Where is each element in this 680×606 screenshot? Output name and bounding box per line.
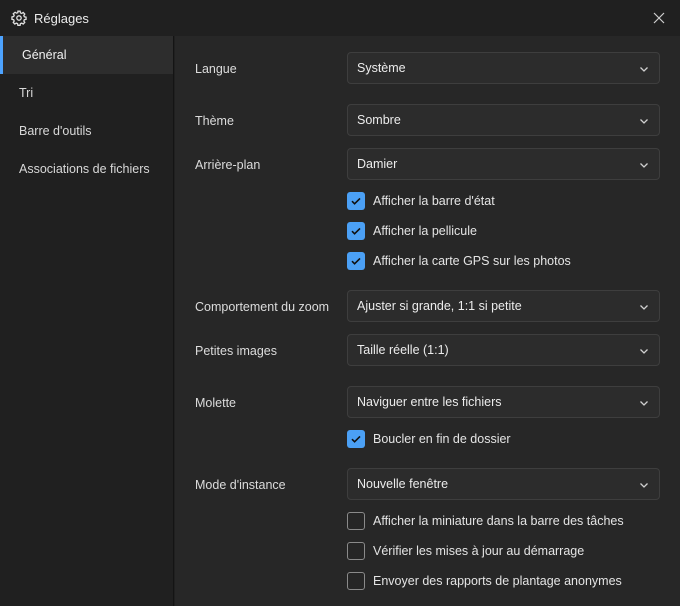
checkbox-label: Vérifier les mises à jour au démarrage [373, 544, 585, 558]
show-gps-map-checkbox[interactable]: Afficher la carte GPS sur les photos [347, 251, 571, 271]
instance-mode-select[interactable]: Nouvelle fenêtre [347, 468, 660, 500]
zoom-behavior-value: Ajuster si grande, 1:1 si petite [357, 299, 522, 313]
general-settings-panel: Langue Système Thème Sombre Arrière-plan… [175, 36, 680, 606]
instance-mode-label: Mode d'instance [195, 478, 286, 492]
sidebar-item-label: Général [22, 48, 67, 62]
mouse-wheel-select[interactable]: Naviguer entre les fichiers [347, 386, 660, 418]
small-images-value: Taille réelle (1:1) [357, 343, 449, 357]
zoom-behavior-label: Comportement du zoom [195, 300, 330, 314]
sidebar-item-file-associations[interactable]: Associations de fichiers [0, 150, 173, 188]
background-label: Arrière-plan [195, 158, 261, 172]
checkbox-unchecked-icon [347, 572, 365, 590]
sidebar: Général Tri Barre d'outils Associations … [0, 36, 174, 606]
checkbox-label: Envoyer des rapports de plantage anonyme… [373, 574, 622, 588]
checkbox-label: Afficher la pellicule [373, 224, 477, 238]
sidebar-item-label: Associations de fichiers [19, 162, 150, 176]
show-statusbar-checkbox[interactable]: Afficher la barre d'état [347, 191, 495, 211]
window-title: Réglages [34, 11, 89, 26]
small-images-label: Petites images [195, 344, 277, 358]
language-select[interactable]: Système [347, 52, 660, 84]
theme-select-value: Sombre [357, 113, 401, 127]
sidebar-item-general[interactable]: Général [0, 36, 173, 74]
checkbox-label: Afficher la miniature dans la barre des … [373, 514, 624, 528]
sidebar-item-toolbar[interactable]: Barre d'outils [0, 112, 173, 150]
close-icon [653, 12, 665, 24]
checkbox-label: Afficher la carte GPS sur les photos [373, 254, 571, 268]
sidebar-item-label: Barre d'outils [19, 124, 92, 138]
theme-select[interactable]: Sombre [347, 104, 660, 136]
chevron-down-icon [640, 119, 648, 124]
small-images-select[interactable]: Taille réelle (1:1) [347, 334, 660, 366]
checkbox-checked-icon [347, 252, 365, 270]
language-select-value: Système [357, 61, 406, 75]
close-button[interactable] [648, 8, 670, 28]
loop-folder-checkbox[interactable]: Boucler en fin de dossier [347, 429, 511, 449]
background-select[interactable]: Damier [347, 148, 660, 180]
chevron-down-icon [640, 483, 648, 488]
language-label: Langue [195, 62, 237, 76]
sidebar-item-label: Tri [19, 86, 34, 100]
chevron-down-icon [640, 349, 648, 354]
chevron-down-icon [640, 163, 648, 168]
chevron-down-icon [640, 67, 648, 72]
zoom-behavior-select[interactable]: Ajuster si grande, 1:1 si petite [347, 290, 660, 322]
settings-window: Réglages Général Tri Barre d'outils Asso… [0, 0, 680, 606]
theme-label: Thème [195, 114, 234, 128]
checkbox-unchecked-icon [347, 542, 365, 560]
checkbox-checked-icon [347, 192, 365, 210]
checkbox-label: Afficher la barre d'état [373, 194, 495, 208]
gear-icon [11, 10, 27, 26]
crash-reports-checkbox[interactable]: Envoyer des rapports de plantage anonyme… [347, 571, 622, 591]
taskbar-thumbnail-checkbox[interactable]: Afficher la miniature dans la barre des … [347, 511, 624, 531]
chevron-down-icon [640, 305, 648, 310]
show-filmstrip-checkbox[interactable]: Afficher la pellicule [347, 221, 477, 241]
checkbox-checked-icon [347, 222, 365, 240]
checkbox-checked-icon [347, 430, 365, 448]
mouse-wheel-value: Naviguer entre les fichiers [357, 395, 502, 409]
background-select-value: Damier [357, 157, 398, 171]
checkbox-label: Boucler en fin de dossier [373, 432, 511, 446]
instance-mode-value: Nouvelle fenêtre [357, 477, 449, 491]
sidebar-item-tri[interactable]: Tri [0, 74, 173, 112]
title-bar: Réglages [0, 0, 680, 36]
check-updates-checkbox[interactable]: Vérifier les mises à jour au démarrage [347, 541, 584, 561]
mouse-wheel-label: Molette [195, 396, 236, 410]
chevron-down-icon [640, 401, 648, 406]
checkbox-unchecked-icon [347, 512, 365, 530]
